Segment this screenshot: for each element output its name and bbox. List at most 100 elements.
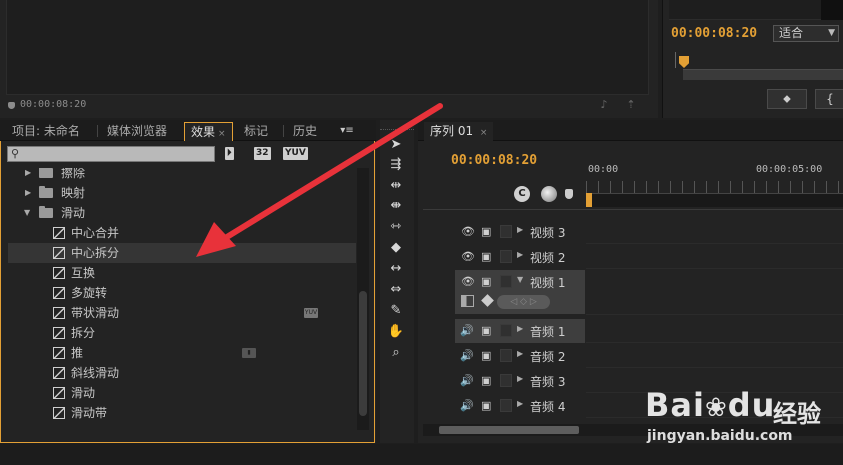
32bit-effects-badge[interactable]: 32 [254, 147, 271, 160]
effect-item[interactable]: 滑动 [8, 383, 356, 403]
eye-icon[interactable]: 👁 [461, 275, 475, 288]
track-lock-icon[interactable] [500, 399, 512, 412]
chevron-right-icon[interactable]: ▶ [517, 250, 523, 259]
chevron-right-icon[interactable]: ▶ [517, 349, 523, 358]
track-lane[interactable] [586, 318, 843, 343]
effect-item[interactable]: 中心拆分 [8, 243, 356, 263]
track-lock-icon[interactable] [500, 225, 512, 238]
sync-lock-icon[interactable]: ▣ [481, 250, 491, 263]
track-header-video-3[interactable]: 👁 ▣ ▶ 视频 3 [455, 220, 585, 244]
zoom-tool-icon[interactable]: ⌕ [385, 343, 407, 363]
mark-in-button[interactable]: { [815, 89, 843, 109]
track-header-audio-4[interactable]: 🔊 ▣ ▶ 音频 4 [455, 394, 585, 418]
track-header-audio-3[interactable]: 🔊 ▣ ▶ 音频 3 [455, 369, 585, 393]
hand-tool-icon[interactable]: ✋ [385, 322, 407, 342]
slide-tool-icon[interactable]: ⇔ [385, 280, 407, 300]
tab-markers[interactable]: 标记 [238, 122, 274, 141]
zoom-fit-select[interactable]: 适合 ▼ [773, 25, 839, 42]
effect-item[interactable]: 多旋转 [8, 283, 356, 303]
yuv-effects-badge[interactable]: YUV [283, 147, 308, 160]
chevron-right-icon[interactable]: ▶ [517, 324, 523, 333]
effect-item[interactable]: 滑动带 [8, 403, 356, 423]
close-icon[interactable]: × [218, 129, 226, 139]
speaker-icon[interactable]: 🔊 [460, 324, 474, 337]
tree-scroll-thumb[interactable] [359, 291, 367, 416]
slip-tool-icon[interactable]: ↔ [385, 259, 407, 279]
rate-stretch-tool-icon[interactable]: ⇿ [385, 217, 407, 237]
tab-sequence-01[interactable]: 序列 01 × [424, 122, 494, 141]
add-marker-icon[interactable] [565, 189, 573, 199]
timeline-timecode[interactable]: 00:00:08:20 [451, 153, 537, 168]
chevron-right-icon[interactable]: ▶ [25, 183, 31, 203]
sync-lock-icon[interactable]: ▣ [481, 275, 491, 288]
display-style-icon[interactable] [461, 295, 474, 307]
chevron-right-icon[interactable]: ▶ [25, 168, 31, 183]
program-timecode[interactable]: 00:00:08:20 [671, 26, 757, 41]
track-lock-icon[interactable] [500, 324, 512, 337]
insert-icon[interactable]: ⇡ [623, 99, 639, 111]
tools-grip[interactable] [380, 120, 414, 130]
track-lane[interactable] [586, 219, 843, 244]
razor-tool-icon[interactable]: ◆ [385, 238, 407, 258]
track-header-audio-2[interactable]: 🔊 ▣ ▶ 音频 2 [455, 344, 585, 368]
timeline-playhead-icon[interactable] [586, 193, 592, 207]
speaker-icon[interactable]: 🔊 [460, 399, 474, 412]
speaker-icon[interactable]: 🔊 [460, 349, 474, 362]
timeline-ruler[interactable]: 00:00 00:00:05:00 [586, 164, 843, 208]
track-lane[interactable] [586, 269, 843, 315]
chevron-right-icon[interactable]: ▶ [517, 225, 523, 234]
panel-menu-icon[interactable]: ▾≡ [333, 122, 361, 140]
chevron-down-icon[interactable]: ▼ [517, 275, 523, 284]
effects-search-input[interactable]: ⚲ [7, 146, 215, 162]
effect-item[interactable]: 斜线滑动 [8, 363, 356, 383]
eye-icon[interactable]: 👁 [461, 250, 475, 263]
effect-item[interactable]: 带状滑动 YUV [8, 303, 356, 323]
track-lock-icon[interactable] [500, 349, 512, 362]
keyframe-icon[interactable] [481, 294, 494, 307]
program-ruler[interactable] [671, 52, 843, 80]
sync-lock-icon[interactable]: ▣ [481, 324, 491, 337]
rolling-edit-tool-icon[interactable]: ⇼ [385, 196, 407, 216]
track-header-audio-1[interactable]: 🔊 ▣ ▶ 音频 1 [455, 319, 585, 343]
track-select-tool-icon[interactable]: ⇶ [385, 155, 407, 175]
sync-lock-icon[interactable]: ▣ [481, 374, 491, 387]
chevron-right-icon[interactable]: ▶ [517, 399, 523, 408]
selection-tool-icon[interactable]: ➤ [385, 135, 407, 155]
tree-folder[interactable]: ▼ 滑动 [8, 203, 356, 223]
snap-icon[interactable]: C [514, 186, 530, 202]
effect-item[interactable]: 互换 [8, 263, 356, 283]
eye-icon[interactable]: 👁 [461, 225, 475, 238]
tree-folder[interactable]: ▶ 映射 [8, 183, 356, 203]
effect-item[interactable]: 推 ▮ [8, 343, 356, 363]
keyframe-nav[interactable]: ◁ ◇ ▷ [497, 295, 550, 309]
timeline-scroll-thumb[interactable] [439, 426, 579, 434]
tab-history[interactable]: 历史 [287, 122, 323, 141]
track-lock-icon[interactable] [500, 250, 512, 263]
source-marker-icon[interactable] [8, 102, 15, 109]
track-header-video-1[interactable]: 👁 ▣ ▼ 视频 1 [455, 270, 585, 294]
work-area-bar[interactable] [586, 193, 843, 207]
chevron-down-icon[interactable]: ▼ [24, 203, 30, 223]
accelerated-effects-badge[interactable]: ⏵ [225, 147, 234, 160]
ripple-edit-tool-icon[interactable]: ⇹ [385, 176, 407, 196]
effect-item[interactable]: 中心合并 [8, 223, 356, 243]
speaker-icon[interactable]: 🔊 [460, 374, 474, 387]
tab-effects[interactable]: 效果 × [184, 122, 233, 141]
sync-lock-icon[interactable]: ▣ [481, 225, 491, 238]
export-frame-icon[interactable]: ♪ [596, 99, 612, 111]
sync-lock-icon[interactable]: ▣ [481, 349, 491, 362]
sync-lock-icon[interactable]: ▣ [481, 399, 491, 412]
effect-item[interactable]: 拆分 [8, 323, 356, 343]
track-lane[interactable] [586, 244, 843, 269]
track-lock-icon[interactable] [500, 374, 512, 387]
tab-project[interactable]: 项目: 未命名 [6, 122, 86, 141]
tree-folder[interactable]: ▶ 擦除 [8, 168, 356, 183]
track-header-video-2[interactable]: 👁 ▣ ▶ 视频 2 [455, 245, 585, 269]
link-icon[interactable] [541, 186, 557, 202]
track-lane[interactable] [586, 343, 843, 368]
track-lock-icon[interactable] [500, 275, 512, 288]
pen-tool-icon[interactable]: ✎ [385, 301, 407, 321]
program-scrub-bar[interactable] [683, 69, 843, 80]
close-icon[interactable]: × [480, 128, 488, 138]
add-marker-button[interactable]: ⬥ [767, 89, 807, 109]
